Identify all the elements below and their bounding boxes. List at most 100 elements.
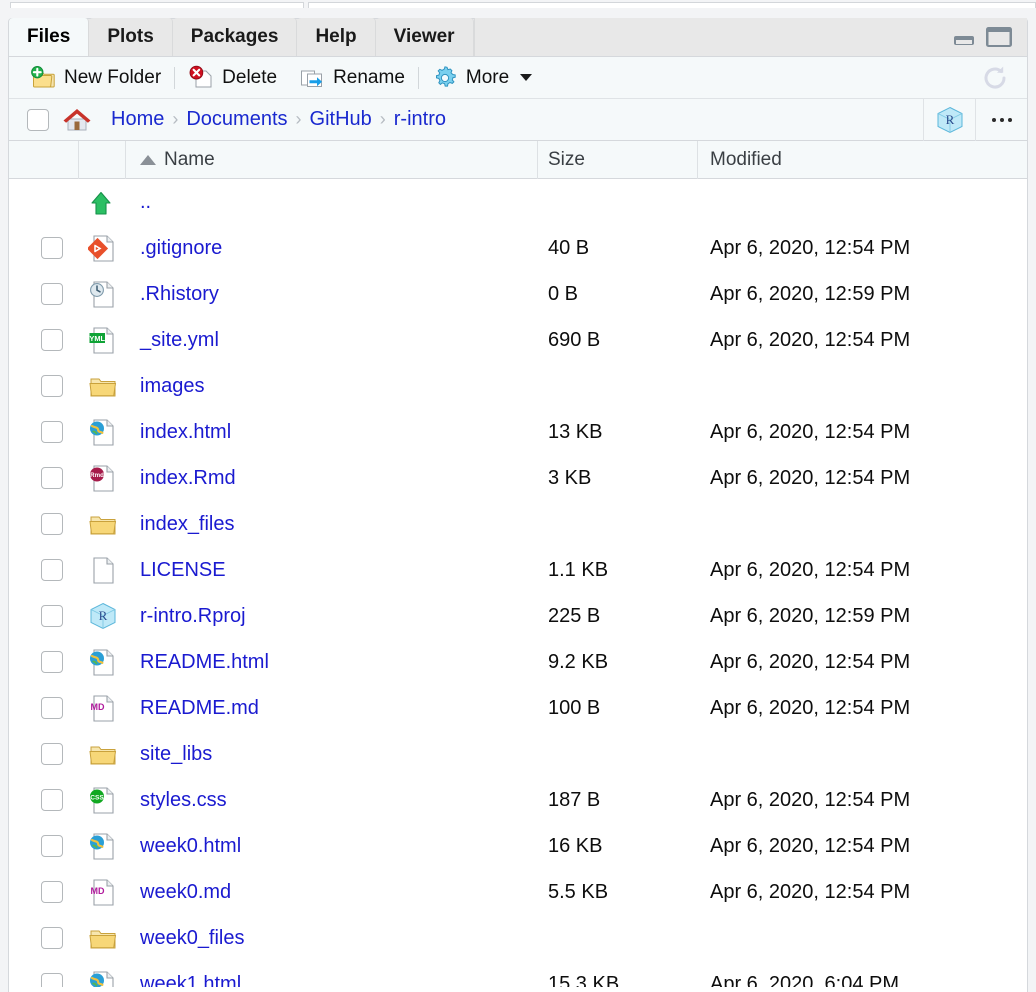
- table-row[interactable]: site_libs: [9, 731, 1027, 777]
- row-checkbox[interactable]: [41, 329, 63, 351]
- tab-help-label: Help: [315, 26, 357, 47]
- delete-icon: [189, 65, 212, 87]
- file-name-link[interactable]: week1.html: [140, 973, 241, 988]
- breadcrumb-item-documents[interactable]: Documents: [180, 108, 293, 131]
- tab-viewer-label: Viewer: [393, 26, 455, 47]
- file-size-value: 15.3 KB: [548, 972, 620, 988]
- file-modified-cell: Apr 6, 2020, 12:54 PM: [698, 869, 1027, 915]
- file-name-link[interactable]: week0.md: [140, 881, 231, 904]
- table-row[interactable]: Rr-intro.Rproj 225 B Apr 6, 2020, 12:59 PM: [9, 593, 1027, 639]
- tab-help[interactable]: Help: [297, 18, 376, 56]
- file-table-header: Name Size Modified: [9, 140, 1027, 179]
- new-folder-button[interactable]: New Folder: [19, 61, 172, 95]
- table-row[interactable]: index.html 13 KB Apr 6, 2020, 12:54 PM: [9, 409, 1027, 455]
- file-name-link[interactable]: .Rhistory: [140, 283, 219, 306]
- file-name-link[interactable]: .gitignore: [140, 237, 222, 260]
- row-checkbox[interactable]: [41, 789, 63, 811]
- file-size-cell: 13 KB: [538, 409, 698, 455]
- row-checkbox[interactable]: [41, 651, 63, 673]
- file-icon-cell: YML: [79, 317, 126, 363]
- file-name-link[interactable]: images: [140, 375, 204, 398]
- table-row[interactable]: README.html 9.2 KB Apr 6, 2020, 12:54 PM: [9, 639, 1027, 685]
- refresh-button[interactable]: [970, 61, 1027, 95]
- row-checkbox[interactable]: [41, 973, 63, 987]
- blank-page-icon: [92, 557, 114, 584]
- file-name-link[interactable]: index.html: [140, 421, 231, 444]
- file-size-value: 690 B: [548, 328, 601, 351]
- more-button[interactable]: More: [421, 61, 543, 95]
- maximize-icon[interactable]: [985, 26, 1013, 48]
- folder-icon: [88, 930, 116, 949]
- tab-plots[interactable]: Plots: [89, 18, 173, 56]
- table-row[interactable]: week0.html 16 KB Apr 6, 2020, 12:54 PM: [9, 823, 1027, 869]
- row-checkbox[interactable]: [41, 283, 63, 305]
- row-checkbox[interactable]: [41, 881, 63, 903]
- file-name-link[interactable]: week0_files: [140, 927, 245, 950]
- rproject-badge[interactable]: R: [923, 98, 975, 141]
- row-checkbox[interactable]: [41, 835, 63, 857]
- row-checkbox-cell: [9, 179, 79, 225]
- header-size-column[interactable]: Size: [538, 140, 698, 179]
- file-name-link[interactable]: README.md: [140, 697, 259, 720]
- table-row[interactable]: week1.html 15.3 KB Apr 6, 2020, 6:04 PM: [9, 961, 1027, 987]
- delete-button[interactable]: Delete: [177, 61, 288, 95]
- home-icon[interactable]: [61, 107, 93, 133]
- table-row[interactable]: CSS styles.css 187 B Apr 6, 2020, 12:54 PM: [9, 777, 1027, 823]
- table-row[interactable]: MD week0.md 5.5 KB Apr 6, 2020, 12:54 PM: [9, 869, 1027, 915]
- table-row[interactable]: Rmd index.Rmd 3 KB Apr 6, 2020, 12:54 PM: [9, 455, 1027, 501]
- table-row[interactable]: .Rhistory 0 B Apr 6, 2020, 12:59 PM: [9, 271, 1027, 317]
- breadcrumb-item-r-intro[interactable]: r-intro: [388, 108, 452, 131]
- file-modified-cell: Apr 6, 2020, 12:54 PM: [698, 685, 1027, 731]
- row-checkbox[interactable]: [41, 467, 63, 489]
- minimize-icon[interactable]: [952, 27, 976, 47]
- breadcrumb-item-home[interactable]: Home: [105, 108, 170, 131]
- breadcrumb-overflow-button[interactable]: [975, 98, 1027, 141]
- rename-button[interactable]: Rename: [288, 61, 416, 95]
- file-modified-value: Apr 6, 2020, 12:54 PM: [710, 558, 911, 581]
- table-row[interactable]: index_files: [9, 501, 1027, 547]
- table-row[interactable]: week0_files: [9, 915, 1027, 961]
- row-checkbox[interactable]: [41, 605, 63, 627]
- file-name-link[interactable]: README.html: [140, 651, 269, 674]
- row-checkbox[interactable]: [41, 559, 63, 581]
- row-checkbox[interactable]: [41, 513, 63, 535]
- row-checkbox[interactable]: [41, 927, 63, 949]
- table-row[interactable]: images: [9, 363, 1027, 409]
- file-icon-cell: [79, 961, 126, 987]
- row-checkbox[interactable]: [41, 375, 63, 397]
- file-name-link[interactable]: LICENSE: [140, 559, 226, 582]
- row-checkbox[interactable]: [41, 697, 63, 719]
- file-name-link[interactable]: styles.css: [140, 789, 227, 812]
- table-row[interactable]: .gitignore 40 B Apr 6, 2020, 12:54 PM: [9, 225, 1027, 271]
- header-name-column[interactable]: Name: [126, 140, 538, 179]
- file-name-cell: .gitignore: [126, 225, 538, 271]
- table-row[interactable]: YML _site.yml 690 B Apr 6, 2020, 12:54 PM: [9, 317, 1027, 363]
- table-row[interactable]: MD README.md 100 B Apr 6, 2020, 12:54 PM: [9, 685, 1027, 731]
- file-size-cell: 0 B: [538, 271, 698, 317]
- file-icon-cell: MD: [79, 869, 126, 915]
- file-name-link[interactable]: site_libs: [140, 743, 212, 766]
- file-name-link[interactable]: index.Rmd: [140, 467, 236, 490]
- breadcrumb-item-github[interactable]: GitHub: [304, 108, 378, 131]
- file-name-link[interactable]: _site.yml: [140, 329, 219, 352]
- row-checkbox[interactable]: [41, 237, 63, 259]
- row-checkbox[interactable]: [41, 743, 63, 765]
- tab-viewer[interactable]: Viewer: [375, 18, 474, 56]
- file-icon-cell: [79, 731, 126, 777]
- row-checkbox[interactable]: [41, 421, 63, 443]
- table-row[interactable]: LICENSE 1.1 KB Apr 6, 2020, 12:54 PM: [9, 547, 1027, 593]
- row-checkbox-cell: [9, 455, 79, 501]
- file-name-link[interactable]: week0.html: [140, 835, 241, 858]
- table-row[interactable]: ..: [9, 179, 1027, 225]
- file-size-value: 100 B: [548, 696, 601, 719]
- chevron-right-icon-1: ›: [172, 109, 179, 129]
- tab-files[interactable]: Files: [9, 18, 90, 56]
- file-name-link[interactable]: r-intro.Rproj: [140, 605, 246, 628]
- row-checkbox-cell: [9, 501, 79, 547]
- select-all-checkbox[interactable]: [27, 108, 49, 131]
- file-name-link[interactable]: ..: [140, 191, 151, 214]
- tab-packages[interactable]: Packages: [172, 18, 298, 56]
- header-modified-column[interactable]: Modified: [698, 141, 1027, 179]
- file-name-link[interactable]: index_files: [140, 513, 235, 536]
- file-name-cell: index.html: [126, 409, 538, 455]
